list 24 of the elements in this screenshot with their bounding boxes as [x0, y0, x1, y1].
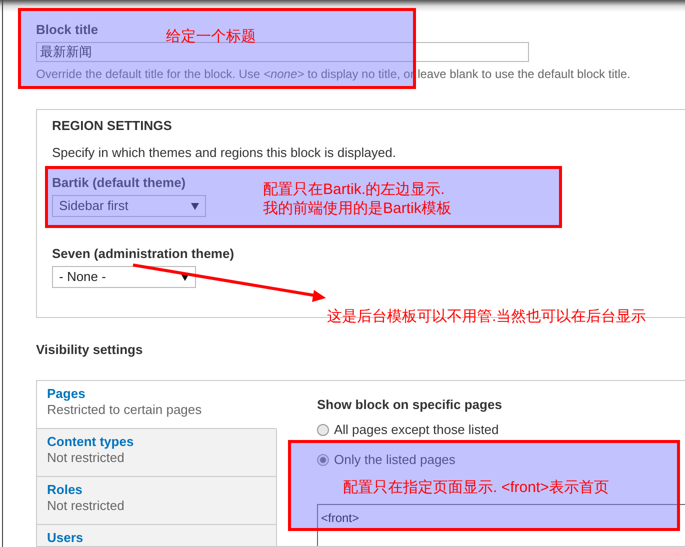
pages-textarea[interactable]: <front> [317, 504, 685, 546]
pane-heading: Show block on specific pages [317, 397, 503, 413]
region-select[interactable]: Sidebar first [52, 195, 206, 217]
section-heading: Visibility settings [36, 342, 144, 358]
radio-button[interactable] [317, 454, 329, 466]
radio-label: Only the listed pages [334, 452, 456, 468]
section-description: Specify in which themes and regions this block is displayed. [52, 145, 397, 161]
field-label: Block title [36, 22, 98, 38]
field-label: Bartik (default theme) [52, 175, 186, 191]
vertical-tab[interactable]: Roles Not restricted [37, 477, 277, 525]
annotation-text: 这是后台模板可以不用管.当然也可以在后台显示 [327, 307, 646, 326]
help-text: Override the default title for the block. Use <none> to display no title, or leave blank to use the default block title. [36, 66, 632, 82]
annotation-text: 配置只在指定页面显示. <front>表示首页 [343, 478, 609, 497]
field-label: Seven (administration theme) [52, 246, 234, 262]
vertical-tab[interactable]: Users [37, 525, 277, 546]
radio-button[interactable] [317, 424, 329, 436]
caret-icon [191, 202, 199, 210]
vertical-tab[interactable]: Content types Not restricted [37, 429, 277, 477]
annotation-text: 配置只在Bartik.的左边显示. 我的前端使用的是Bartik模板 [263, 180, 452, 218]
region-select[interactable]: - None - [52, 266, 196, 288]
title-input[interactable]: 最新新闻 [36, 42, 529, 62]
caret-icon [181, 274, 189, 280]
radio-label: All pages except those listed [334, 422, 499, 438]
section-heading: REGION SETTINGS [52, 118, 173, 134]
